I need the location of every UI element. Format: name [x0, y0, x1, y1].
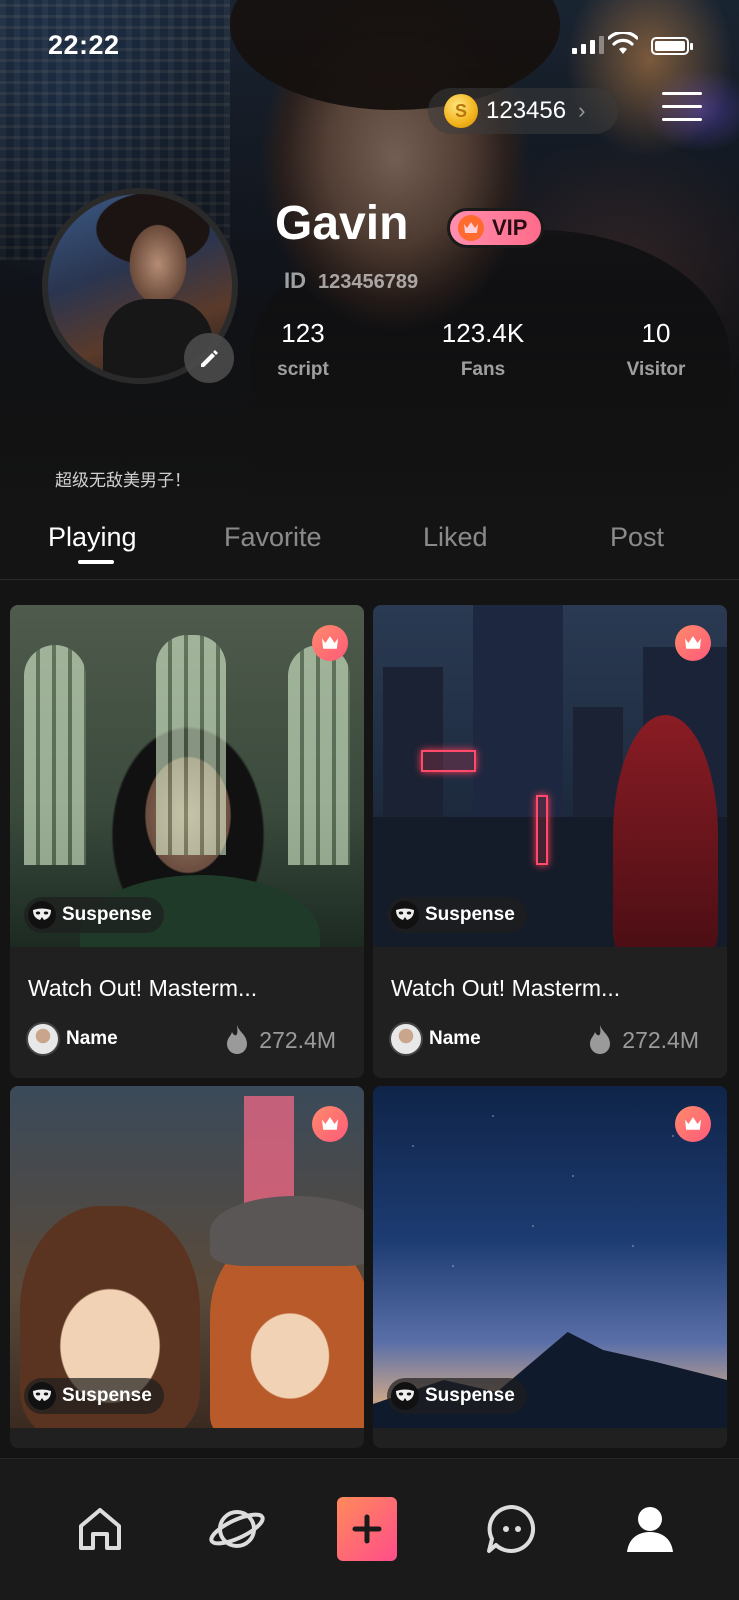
author-name: Name	[66, 1028, 118, 1049]
story-title: Watch Out! Masterm...	[28, 975, 258, 1001]
story-cover-image: Suspense	[10, 1086, 364, 1428]
signal-icon	[572, 36, 604, 54]
stat-value: 123	[281, 318, 325, 348]
plus-icon	[352, 1514, 382, 1544]
heat-value: 272.4M	[622, 1026, 699, 1053]
menu-button[interactable]	[662, 92, 702, 128]
author-avatar	[26, 1022, 60, 1056]
tab-playing[interactable]: Playing	[48, 522, 137, 553]
story-cover-image: Suspense	[10, 605, 364, 947]
fire-icon	[590, 1025, 611, 1054]
stat-label: script	[277, 359, 329, 380]
story-author[interactable]: Name	[26, 1022, 118, 1056]
story-heat: 272.4M	[223, 1024, 336, 1056]
status-bar: 22:22	[0, 0, 739, 92]
bottom-nav	[0, 1458, 739, 1600]
profile-name: Gavin	[275, 197, 409, 250]
fire-icon	[227, 1025, 248, 1054]
stat-fans[interactable]: 123.4K Fans	[413, 318, 553, 381]
vip-crown-icon	[675, 625, 711, 661]
nav-explore[interactable]	[207, 1499, 267, 1559]
genre-label: Suspense	[62, 904, 152, 925]
stat-script[interactable]: 123 script	[233, 318, 373, 381]
content-tabs: Playing Favorite Liked Post	[0, 500, 739, 580]
genre-label: Suspense	[62, 1385, 152, 1406]
story-cover-image: Suspense	[373, 605, 727, 947]
vip-crown-icon	[312, 1106, 348, 1142]
tab-post[interactable]: Post	[610, 522, 664, 553]
stat-value: 123.4K	[441, 318, 525, 348]
profile-id: ID 123456789	[284, 268, 418, 294]
coin-icon: S	[444, 94, 478, 128]
tab-liked[interactable]: Liked	[423, 522, 488, 553]
chat-icon	[487, 1504, 536, 1553]
genre-tag: Suspense	[387, 1378, 527, 1414]
vip-crown-icon	[675, 1106, 711, 1142]
heat-value: 272.4M	[259, 1026, 336, 1053]
author-name: Name	[429, 1028, 481, 1049]
pencil-icon	[201, 350, 218, 367]
story-card[interactable]: Suspense Watch Out! Masterm... Name 272.…	[373, 605, 727, 1078]
nav-create[interactable]	[337, 1497, 397, 1561]
vip-label: VIP	[492, 215, 528, 240]
story-card[interactable]: Suspense	[373, 1086, 727, 1448]
edit-avatar-button[interactable]	[184, 333, 234, 383]
id-value: 123456789	[318, 271, 419, 293]
story-author[interactable]: Name	[389, 1022, 481, 1056]
genre-tag: Suspense	[387, 897, 527, 933]
author-avatar	[389, 1022, 423, 1056]
vip-badge[interactable]: VIP	[447, 208, 545, 248]
id-label: ID	[284, 268, 306, 293]
stat-label: Fans	[460, 359, 506, 380]
stat-visitor[interactable]: 10 Visitor	[586, 318, 726, 381]
mask-icon	[391, 901, 419, 929]
story-cover-image: Suspense	[373, 1086, 727, 1428]
story-card[interactable]: Suspense	[10, 1086, 364, 1448]
genre-label: Suspense	[425, 1385, 515, 1406]
hamburger-icon	[662, 92, 702, 95]
home-icon	[79, 1508, 121, 1550]
planet-icon	[209, 1510, 265, 1548]
wifi-icon	[608, 32, 638, 54]
coin-balance-button[interactable]: S 123456 ›	[428, 88, 618, 134]
genre-label: Suspense	[425, 904, 515, 925]
stat-value: 10	[641, 318, 671, 348]
mask-icon	[391, 1382, 419, 1410]
story-card[interactable]: Suspense Watch Out! Masterm... Name 272.…	[10, 605, 364, 1078]
stat-label: Visitor	[626, 359, 686, 380]
profile-bio: 超级无敌美男子！	[55, 471, 191, 491]
profile-screen: 22:22 S 123456 › Gavin VIP ID 123456789 …	[0, 0, 739, 1600]
mask-icon	[28, 901, 56, 929]
nav-home[interactable]	[70, 1499, 130, 1559]
tab-favorite[interactable]: Favorite	[224, 522, 322, 553]
genre-tag: Suspense	[24, 897, 164, 933]
battery-icon	[651, 37, 693, 55]
status-time: 22:22	[48, 30, 120, 60]
genre-tag: Suspense	[24, 1378, 164, 1414]
chevron-right-icon: ›	[578, 98, 586, 123]
profile-icon	[627, 1507, 673, 1552]
story-heat: 272.4M	[586, 1024, 699, 1056]
nav-profile[interactable]	[620, 1499, 680, 1559]
mask-icon	[28, 1382, 56, 1410]
create-button[interactable]	[337, 1497, 397, 1561]
story-title: Watch Out! Masterm...	[391, 975, 621, 1001]
active-tab-indicator	[78, 560, 114, 564]
nav-messages[interactable]	[482, 1499, 542, 1559]
coin-balance: 123456	[486, 97, 567, 124]
crown-icon	[458, 215, 484, 241]
vip-crown-icon	[312, 625, 348, 661]
